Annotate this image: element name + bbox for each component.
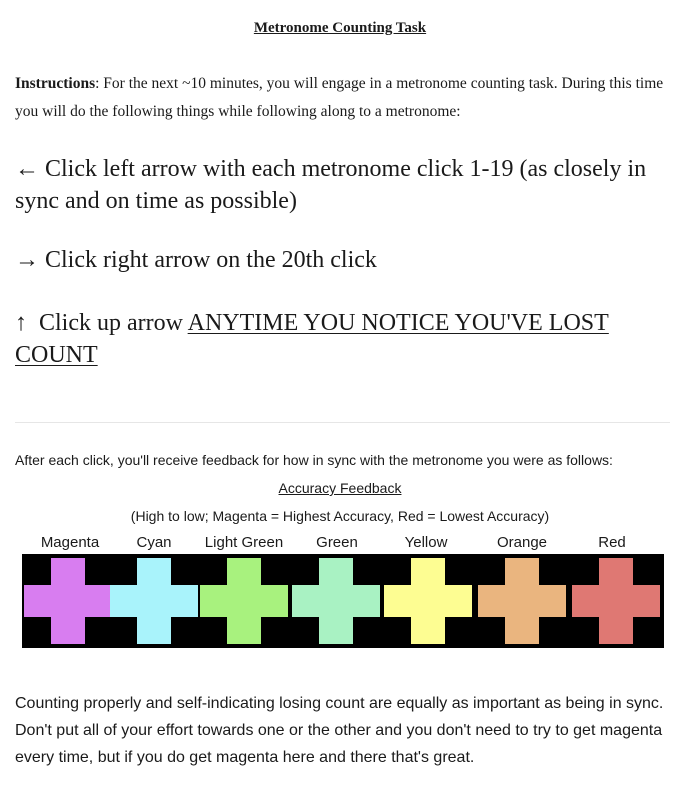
color-name-row: Magenta Cyan Light Green Green Yellow Or…: [22, 534, 664, 554]
right-arrow-icon: →: [15, 247, 39, 273]
light-green-cross-icon: [200, 558, 288, 644]
accuracy-feedback-heading: Accuracy Feedback: [278, 480, 402, 496]
step-right-arrow: → Click right arrow on the 20th click: [15, 244, 670, 276]
color-label-cyan: Cyan: [136, 534, 172, 551]
orange-cross-icon: [478, 558, 566, 644]
instructions-paragraph: Instructions: For the next ~10 minutes, …: [15, 70, 667, 126]
accuracy-color-strip: [22, 554, 664, 648]
color-label-yellow: Yellow: [404, 534, 448, 551]
step-right-text: Click right arrow on the 20th click: [39, 247, 377, 273]
page-title: Metronome Counting Task: [253, 20, 427, 36]
cyan-cross-icon: [110, 558, 198, 644]
magenta-cross-icon: [24, 558, 112, 644]
color-label-light-green: Light Green: [204, 534, 284, 551]
instructions-label: Instructions: [15, 75, 96, 92]
color-label-orange: Orange: [496, 534, 548, 551]
instructions-text: : For the next ~10 minutes, you will eng…: [15, 75, 664, 120]
accuracy-range-note: (High to low; Magenta = Highest Accuracy…: [130, 508, 550, 524]
closing-paragraph: Counting properly and self-indicating lo…: [15, 695, 664, 766]
step-left-arrow: ← Click left arrow with each metronome c…: [15, 153, 670, 217]
color-label-magenta: Magenta: [40, 534, 100, 551]
feedback-intro: After each click, you'll receive feedbac…: [15, 452, 613, 468]
yellow-cross-icon: [384, 558, 472, 644]
color-label-red: Red: [598, 534, 626, 551]
step-up-text: Click up arrow: [27, 310, 188, 336]
step-left-text: Click left arrow with each metronome cli…: [15, 156, 647, 214]
section-divider: [15, 422, 670, 423]
red-cross-icon: [572, 558, 660, 644]
green-cross-icon: [292, 558, 380, 644]
color-label-green: Green: [316, 534, 358, 551]
left-arrow-icon: ←: [15, 156, 39, 182]
up-arrow-icon: ↑: [15, 310, 27, 336]
step-up-arrow: ↑ Click up arrow ANYTIME YOU NOTICE YOU'…: [15, 307, 670, 371]
